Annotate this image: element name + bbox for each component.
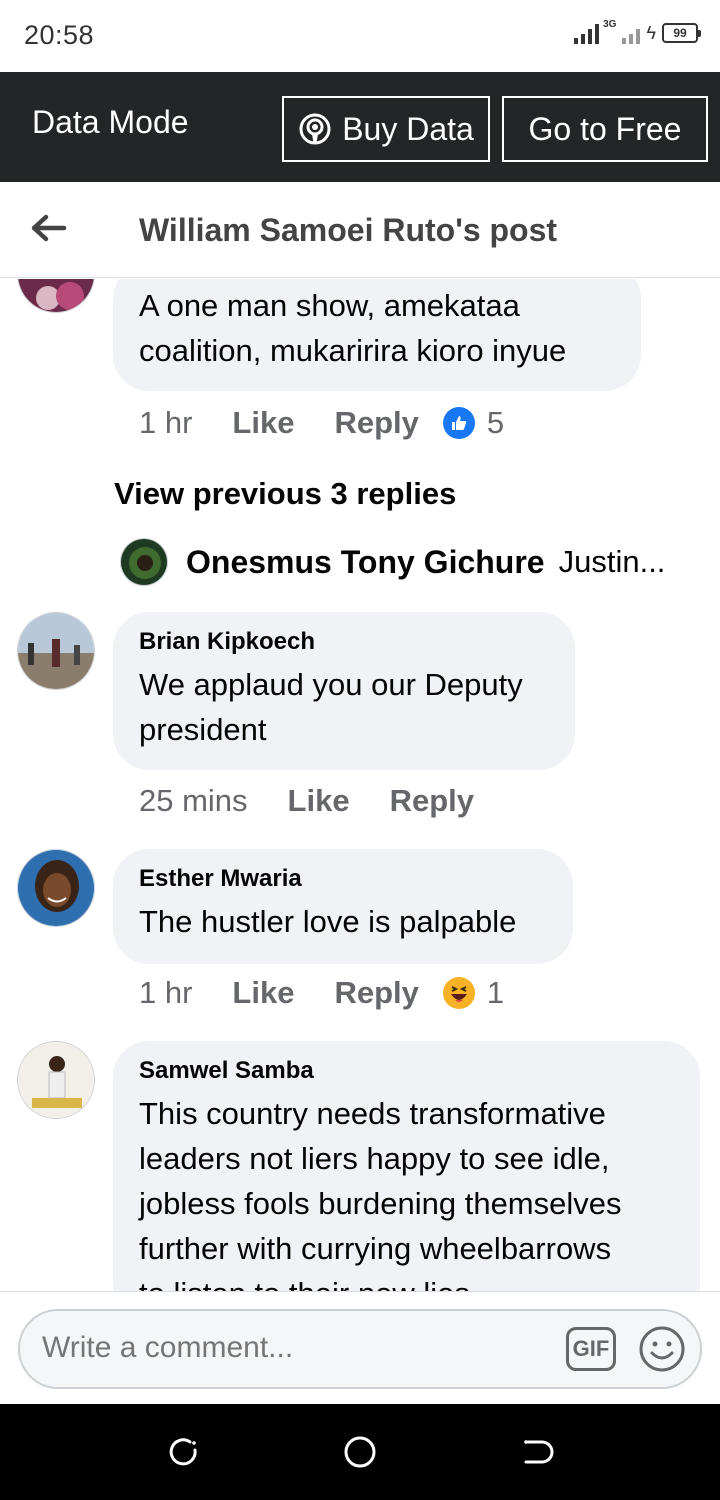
like-button[interactable]: Like xyxy=(288,783,350,819)
avatar-image xyxy=(18,1042,94,1118)
comment-bubble[interactable]: Samwel Samba This country needs transfor… xyxy=(113,1041,700,1291)
reply-preview-text: Justin... xyxy=(558,544,666,579)
comment-text: A one man show, amekataa coalition, muka… xyxy=(139,288,567,368)
page-title: William Samoei Ruto's post xyxy=(139,212,558,248)
go-to-free-label: Go to Free xyxy=(528,110,682,147)
comment-author-name[interactable]: Esther Mwaria xyxy=(139,865,547,893)
comment-composer-bar: GIF xyxy=(0,1291,720,1404)
post-header: William Samoei Ruto's post xyxy=(0,182,720,278)
comment-author-name[interactable]: Samwel Samba xyxy=(139,1057,674,1085)
comment-bubble[interactable]: Esther Mwaria The hustler love is palpab… xyxy=(113,849,573,964)
network-type-label: 3G xyxy=(603,18,617,30)
reply-author-name[interactable]: Onesmus Tony Gichure xyxy=(186,544,545,581)
broadcast-icon xyxy=(299,113,331,145)
reply-button[interactable]: Reply xyxy=(334,975,418,1011)
comment-meta: 1 hr Like Reply 5 xyxy=(139,405,504,441)
status-time: 20:58 xyxy=(24,20,95,50)
avatar-image xyxy=(121,539,167,585)
comment-text: This country needs transformative leader… xyxy=(139,1096,622,1291)
recent-apps-icon[interactable] xyxy=(166,1434,202,1470)
buy-data-button[interactable]: Buy Data xyxy=(282,96,490,162)
avatar[interactable] xyxy=(120,538,168,586)
avatar-image xyxy=(18,613,94,689)
battery-icon: 99 xyxy=(662,23,701,43)
view-previous-replies-link[interactable]: View previous 3 replies xyxy=(114,476,456,512)
comment-author-name[interactable]: Brian Kipkoech xyxy=(139,628,549,656)
status-bar: 20:58 3G ϟ 99 xyxy=(0,0,720,72)
avatar[interactable] xyxy=(17,849,95,927)
reaction-count: 1 xyxy=(486,975,505,1010)
reaction-summary[interactable]: 1 xyxy=(442,975,505,1011)
comment-meta: 1 hr Like Reply 1 xyxy=(139,975,504,1011)
like-button[interactable]: Like xyxy=(232,975,294,1011)
like-button[interactable]: Like xyxy=(232,405,294,441)
comment-bubble[interactable]: Brian Kipkoech We applaud you our Deputy… xyxy=(113,612,575,770)
back-icon[interactable] xyxy=(518,1434,554,1470)
reply-preview[interactable]: Onesmus Tony Gichure Justin... xyxy=(120,538,680,586)
go-to-free-button[interactable]: Go to Free xyxy=(502,96,708,162)
comment-time: 25 mins xyxy=(139,783,248,818)
system-navigation-bar xyxy=(0,1404,720,1500)
comment-input[interactable] xyxy=(42,1331,542,1365)
reaction-count: 5 xyxy=(486,405,505,440)
comment-time: 1 hr xyxy=(139,975,193,1010)
comment-bubble[interactable]: A one man show, amekataa coalition, muka… xyxy=(113,279,641,391)
avatar[interactable] xyxy=(17,1041,95,1119)
back-arrow-icon[interactable] xyxy=(28,208,68,248)
haha-icon xyxy=(442,977,475,1009)
emoji-icon[interactable] xyxy=(638,1325,686,1373)
avatar[interactable] xyxy=(17,279,95,313)
buy-data-label: Buy Data xyxy=(342,110,474,147)
comment-text: The hustler love is palpable xyxy=(139,904,517,939)
home-icon[interactable] xyxy=(342,1434,378,1470)
data-mode-label: Data Mode xyxy=(32,104,189,140)
like-icon xyxy=(442,407,475,439)
reply-button[interactable]: Reply xyxy=(334,405,418,441)
status-icons: 3G ϟ 99 xyxy=(574,18,701,44)
comment-meta: 25 mins Like Reply xyxy=(139,783,514,819)
avatar-image xyxy=(18,279,94,312)
reply-button[interactable]: Reply xyxy=(390,783,474,819)
gif-icon[interactable]: GIF xyxy=(566,1327,616,1371)
comment-composer[interactable]: GIF xyxy=(18,1309,702,1389)
signal-icon-secondary xyxy=(622,22,641,44)
charging-icon: ϟ xyxy=(646,22,656,43)
avatar[interactable] xyxy=(17,612,95,690)
comment-text: We applaud you our Deputy president xyxy=(139,667,523,747)
avatar-image xyxy=(18,850,94,926)
signal-icon xyxy=(574,22,600,44)
reaction-summary[interactable]: 5 xyxy=(442,405,505,441)
comments-feed[interactable]: A one man show, amekataa coalition, muka… xyxy=(0,279,720,1291)
data-mode-bar: Data Mode Buy Data Go to Free xyxy=(0,72,720,182)
comment-time: 1 hr xyxy=(139,405,193,440)
